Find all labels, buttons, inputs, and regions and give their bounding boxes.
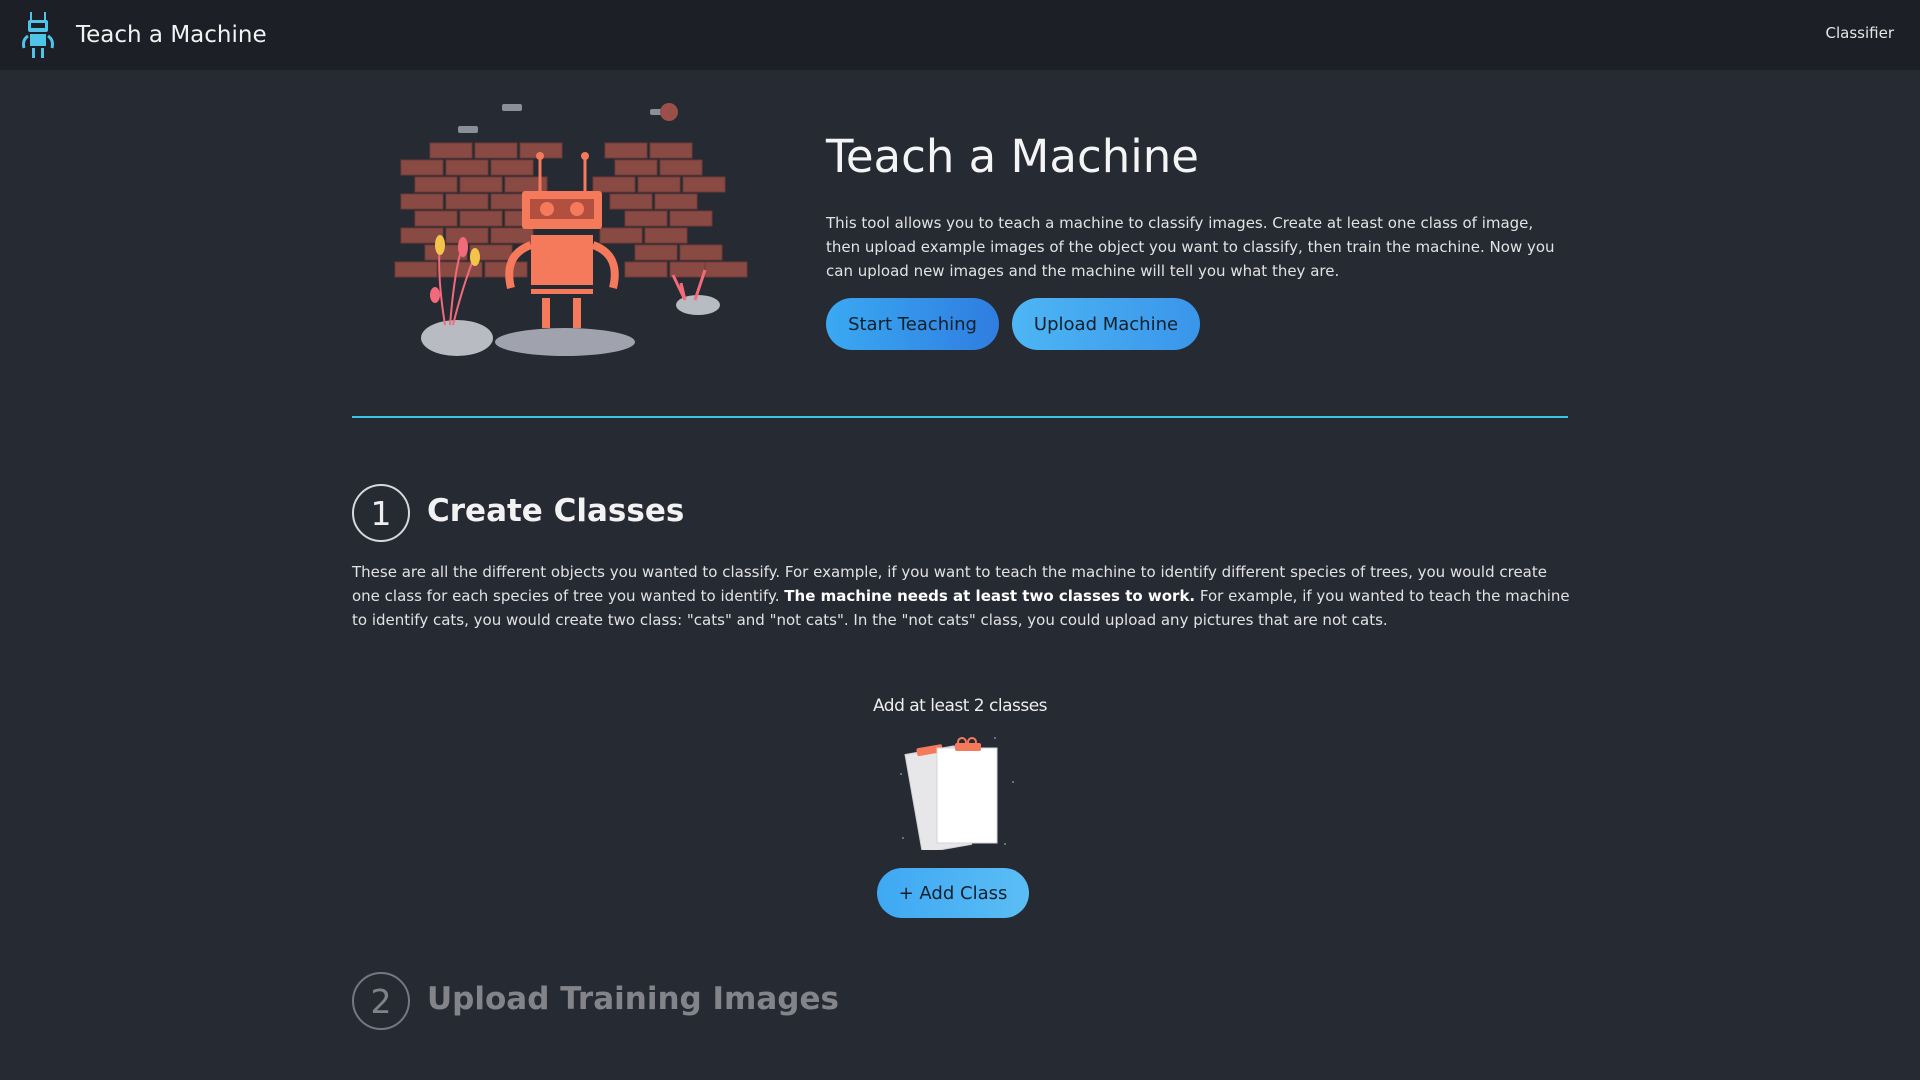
clipboard-icon xyxy=(900,737,1014,850)
add-class-button[interactable]: + Add Class xyxy=(877,868,1029,918)
step-1-number: 1 xyxy=(352,484,410,542)
section-divider xyxy=(352,416,1568,418)
app-title: Teach a Machine xyxy=(76,22,267,48)
step-2-number: 2 xyxy=(352,972,410,1030)
upload-machine-button[interactable]: Upload Machine xyxy=(1012,298,1200,350)
robot-icon xyxy=(22,12,54,58)
step-2-number-text: 2 xyxy=(370,981,392,1021)
step-1-number-text: 1 xyxy=(370,493,392,533)
step-1-description: These are all the different objects you … xyxy=(352,560,1574,632)
hero-description: This tool allows you to teach a machine … xyxy=(826,214,1555,280)
step-1-desc-bold: The machine needs at least two classes t… xyxy=(784,587,1196,605)
classifier-nav-link[interactable]: Classifier xyxy=(1826,24,1894,42)
start-teaching-button[interactable]: Start Teaching xyxy=(826,298,999,350)
brand-home-link[interactable]: Teach a Machine xyxy=(20,10,267,60)
hero-title: Teach a Machine xyxy=(826,130,1199,183)
step-2-title: Upload Training Images xyxy=(427,981,839,1017)
top-navbar: Teach a Machine Classifier xyxy=(0,0,1920,70)
add-classes-hint: Add at least 2 classes xyxy=(872,696,1048,716)
robot-brick-wall-illustration xyxy=(394,103,748,356)
step-1-title: Create Classes xyxy=(427,493,685,529)
